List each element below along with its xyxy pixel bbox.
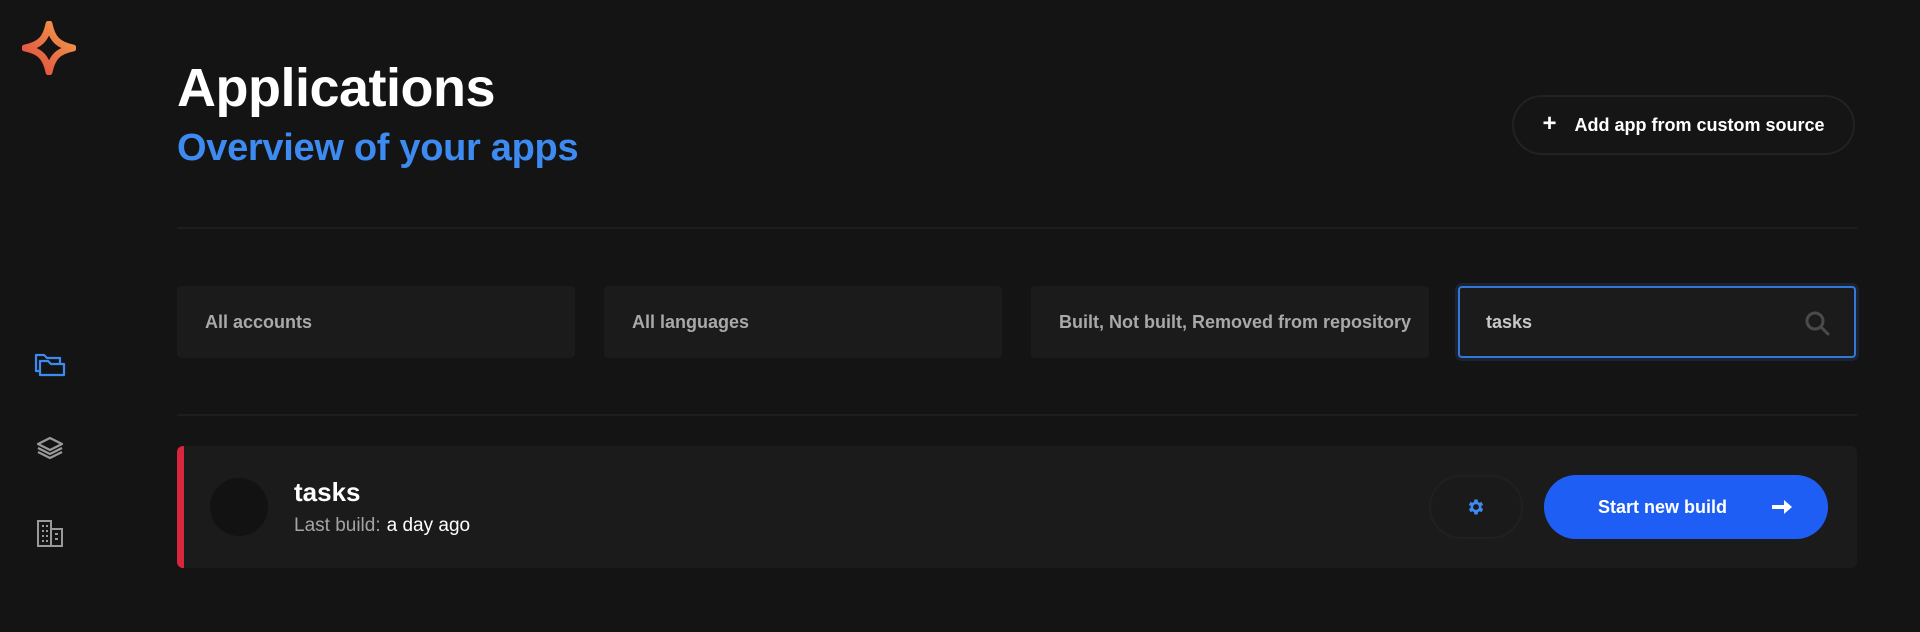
build-status-filter[interactable]: Built, Not built, Removed from repositor… — [1031, 286, 1429, 358]
search-icon[interactable] — [1804, 310, 1830, 336]
search-field[interactable] — [1458, 286, 1856, 358]
page-title: Applications — [177, 58, 496, 118]
app-settings-button[interactable] — [1429, 475, 1523, 539]
app-status-indicator — [177, 446, 184, 568]
app-last-build: Last build: a day ago — [294, 513, 470, 539]
start-new-build-button[interactable]: Start new build — [1544, 475, 1828, 539]
accounts-filter[interactable]: All accounts — [177, 286, 575, 358]
arrow-right-icon — [1772, 500, 1792, 514]
page-subtitle: Overview of your apps — [177, 127, 579, 169]
languages-filter[interactable]: All languages — [604, 286, 1002, 358]
building-icon — [37, 520, 63, 547]
start-new-build-label: Start new build — [1598, 497, 1728, 517]
accounts-filter-label: All accounts — [205, 311, 313, 332]
search-input[interactable] — [1460, 288, 1780, 356]
sidebar-item-applications[interactable] — [30, 343, 70, 383]
folders-icon — [34, 353, 66, 377]
sidebar — [0, 0, 100, 632]
sidebar-item-organization[interactable] — [30, 513, 70, 553]
gear-icon — [1468, 499, 1484, 515]
filters-divider — [177, 414, 1857, 416]
app-card[interactable]: tasks Last build: a day ago Start new bui… — [177, 446, 1857, 568]
add-app-from-custom-source-button[interactable]: + Add app from custom source — [1512, 95, 1855, 155]
sidebar-item-layers[interactable] — [30, 428, 70, 468]
app-name[interactable]: tasks — [294, 476, 361, 508]
build-status-filter-label: Built, Not built, Removed from repositor… — [1059, 311, 1412, 332]
add-app-button-label: Add app from custom source — [1574, 114, 1825, 135]
last-build-value: a day ago — [386, 515, 471, 536]
last-build-label: Last build: — [294, 515, 381, 536]
app-avatar — [210, 478, 268, 536]
star-logo[interactable] — [21, 20, 77, 76]
header-divider — [177, 227, 1857, 229]
languages-filter-label: All languages — [632, 311, 750, 332]
layers-icon — [36, 436, 64, 460]
plus-icon: + — [1542, 110, 1557, 137]
